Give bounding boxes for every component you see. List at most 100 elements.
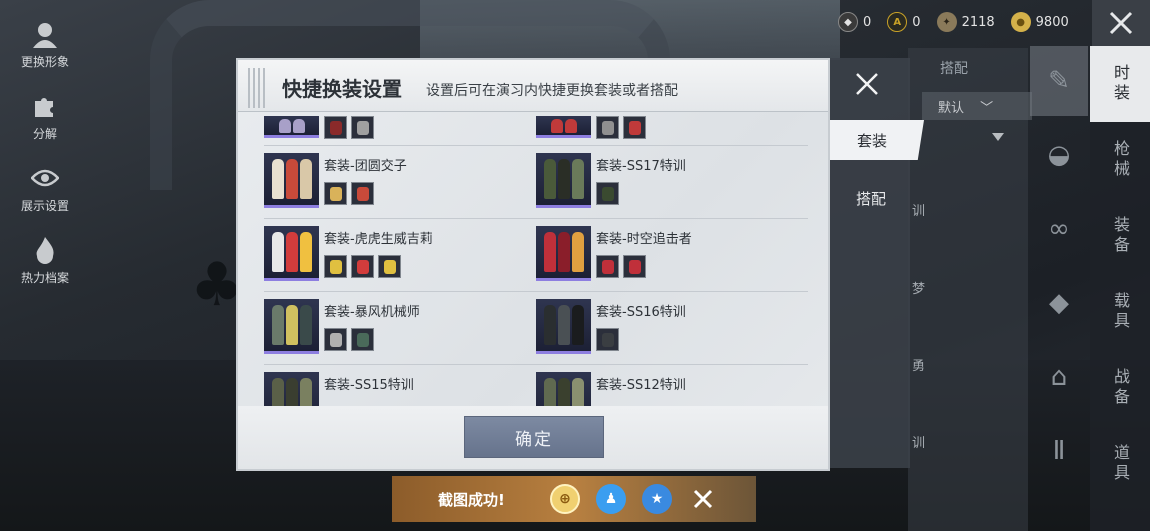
outfit-thumbnail xyxy=(264,226,319,281)
menu-heat-profile[interactable]: 热力档案 xyxy=(0,224,90,296)
wardrobe-panel-background xyxy=(908,48,1028,531)
category-column: 时装 枪械 装备 载具 战备 道具 xyxy=(1090,46,1150,531)
background-text: 梦 xyxy=(912,282,926,297)
outfit-list: 套装-团圆交子 套装-SS17特训 套装-虎虎生威吉莉 套装-时空追击者 套装-… xyxy=(264,116,808,406)
table-row: 套装-虎虎生威吉莉 套装-时空追击者 xyxy=(264,219,808,292)
a-coin-icon: A xyxy=(887,12,908,32)
list-item[interactable]: 套装-SS12特训 xyxy=(536,365,808,406)
outfit-part xyxy=(351,182,374,205)
outfit-name: 套装-暴风机械师 xyxy=(324,305,420,320)
outfit-part xyxy=(324,182,347,205)
modal-subtitle: 设置后可在演习内快捷更换套装或者搭配 xyxy=(426,83,678,99)
list-item[interactable]: 套装-SS16特训 xyxy=(536,292,808,364)
jacket-icon: ⌂ xyxy=(1050,362,1068,392)
pants-slot[interactable]: Ⅱ xyxy=(1030,416,1088,486)
outfit-part xyxy=(378,255,401,278)
modal-close-button[interactable] xyxy=(842,64,892,104)
menu-change-avatar[interactable]: 更换形象 xyxy=(0,8,90,80)
puzzle-icon xyxy=(30,91,60,121)
currency-value: 0 xyxy=(912,14,921,30)
menu-label: 展示设置 xyxy=(20,198,69,213)
list-item[interactable]: 套装-团圆交子 xyxy=(264,146,536,218)
menu-display-settings[interactable]: 展示设置 xyxy=(0,152,90,224)
list-item[interactable]: 套装-SS15特训 xyxy=(264,365,536,406)
dark-coin-icon: ◆ xyxy=(838,12,858,32)
jacket-slot[interactable]: ⌂ xyxy=(1030,342,1088,412)
outfit-thumbnail xyxy=(264,116,319,138)
outfit-name: 套装-团圆交子 xyxy=(324,159,407,174)
currency-value: 0 xyxy=(863,14,872,30)
gold-coin-icon: ● xyxy=(1010,12,1031,32)
outfit-thumbnail xyxy=(536,372,591,406)
quick-outfit-modal: 快捷换装设置 设置后可在演习内快捷更换套装或者搭配 套装-团圆交子 套装-SS1… xyxy=(236,58,830,471)
list-item[interactable]: 套装-虎虎生威吉莉 xyxy=(264,219,536,291)
background-tab-combo[interactable]: 搭配 xyxy=(940,58,968,78)
list-item[interactable] xyxy=(536,116,808,146)
outfit-part xyxy=(596,116,619,139)
top-close-button[interactable] xyxy=(1092,0,1150,46)
list-item[interactable]: 套装-暴风机械师 xyxy=(264,292,536,364)
menu-decompose[interactable]: 分解 xyxy=(0,80,90,152)
currency-bar: ◆ 0 A 0 ✦ 2118 ● 9800 xyxy=(838,12,1069,32)
hat-slot[interactable]: ◒ xyxy=(1030,120,1088,190)
category-guns[interactable]: 枪械 xyxy=(1090,122,1150,198)
menu-label: 分解 xyxy=(32,126,57,141)
outfit-thumbnail xyxy=(264,153,319,208)
outfit-name: 套装-虎虎生威吉莉 xyxy=(324,232,433,247)
modal-side-tabs xyxy=(830,58,910,468)
qq-icon[interactable]: ♟ xyxy=(596,484,626,514)
outfit-part xyxy=(324,328,347,351)
modal-footer: 确定 xyxy=(238,406,828,469)
modal-title: 快捷换装设置 xyxy=(282,77,402,101)
table-row: 套装-SS15特训 套装-SS12特训 xyxy=(264,365,808,406)
outfit-part xyxy=(324,255,347,278)
category-items[interactable]: 道具 xyxy=(1090,426,1150,502)
mask-icon: ◆ xyxy=(1049,288,1069,318)
outfit-name: 套装-SS15特训 xyxy=(324,378,414,393)
outfit-name: 套装-SS16特训 xyxy=(596,305,686,320)
header-decoration xyxy=(248,68,266,108)
toast-close-button[interactable] xyxy=(688,484,718,514)
list-item[interactable]: 套装-时空追击者 xyxy=(536,219,808,291)
list-item[interactable] xyxy=(264,116,536,146)
outfit-part xyxy=(596,255,619,278)
category-vehicles[interactable]: 载具 xyxy=(1090,274,1150,350)
outfit-thumbnail xyxy=(264,299,319,354)
list-item[interactable]: 套装-SS17特训 xyxy=(536,146,808,218)
close-icon xyxy=(1109,11,1133,35)
avatar-icon xyxy=(30,19,60,49)
tab-suit[interactable]: 套装 xyxy=(820,120,924,160)
outfit-part xyxy=(351,328,374,351)
category-fashion[interactable]: 时装 xyxy=(1090,46,1150,122)
outfit-thumbnail xyxy=(536,153,591,208)
outfit-thumbnail xyxy=(264,372,319,406)
outfit-part xyxy=(623,255,646,278)
outfit-thumbnail xyxy=(536,116,591,138)
fashion-slot[interactable]: ✎ xyxy=(1030,46,1088,116)
preset-dropdown[interactable]: 默认 ﹀ xyxy=(922,92,1032,120)
currency-value: 2118 xyxy=(961,14,995,30)
table-row xyxy=(264,116,808,146)
gold-share-icon[interactable]: ⊕ xyxy=(550,484,580,514)
close-icon xyxy=(856,73,878,95)
goggles-slot[interactable]: ∞ xyxy=(1030,194,1088,264)
mask-slot[interactable]: ◆ xyxy=(1030,268,1088,338)
category-equipment[interactable]: 装备 xyxy=(1090,198,1150,274)
eye-icon xyxy=(30,163,60,193)
outfit-part xyxy=(324,116,347,139)
category-supplies[interactable]: 战备 xyxy=(1090,350,1150,426)
confirm-button[interactable]: 确定 xyxy=(464,416,604,458)
outfit-part xyxy=(596,182,619,205)
tab-combo[interactable]: 搭配 xyxy=(826,178,916,218)
currency-value: 9800 xyxy=(1035,14,1069,30)
currency-dark: ◆ 0 xyxy=(838,12,871,32)
modal-header: 快捷换装设置 设置后可在演习内快捷更换套装或者搭配 xyxy=(238,60,828,112)
pants-icon: Ⅱ xyxy=(1052,436,1066,466)
outfit-part xyxy=(351,255,374,278)
outfit-thumbnail xyxy=(536,299,591,354)
outfit-thumbnail xyxy=(536,226,591,281)
outfit-name: 套装-SS12特训 xyxy=(596,378,686,393)
outfit-name: 套装-时空追击者 xyxy=(596,232,692,247)
qzone-icon[interactable]: ★ xyxy=(642,484,672,514)
outfit-part xyxy=(623,116,646,139)
